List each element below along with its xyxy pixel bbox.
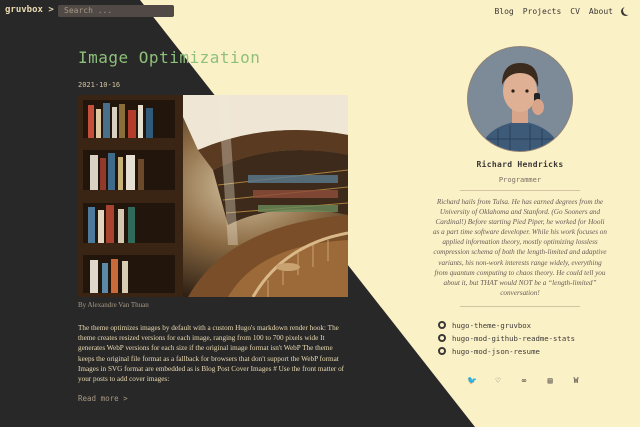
image-caption: By Alexandre Van Thuan <box>78 301 149 309</box>
social-links: 🐦 ♡ ∞ ▤ W <box>420 376 620 385</box>
nav-about[interactable]: About <box>589 7 613 16</box>
post-summary: Image Optimization 2021-10-16 By Alexand… <box>78 48 348 403</box>
profile-role: Programmer <box>498 176 542 184</box>
github-icon <box>438 334 446 343</box>
github-icon <box>438 347 446 356</box>
profile-name: Richard Hendricks <box>476 160 564 169</box>
link-hugo-mod-json-resume[interactable]: hugo-mod-json-resume <box>438 345 620 358</box>
nav-cv[interactable]: CV <box>570 7 580 16</box>
top-navbar: gruvbox > Search ... Blog Projects CV Ab… <box>0 0 640 22</box>
stackexchange-icon[interactable]: ▤ <box>543 376 557 385</box>
read-more-link[interactable]: Read more > <box>78 394 348 403</box>
brand-logo[interactable]: gruvbox > <box>5 5 54 15</box>
profile-bio: Richard hails from Tulsa. He has earned … <box>432 198 607 297</box>
library-photo <box>78 95 348 297</box>
wikipedia-icon[interactable]: W <box>569 376 583 385</box>
post-date: 2021-10-16 <box>78 81 121 89</box>
post-excerpt: The theme optimizes images by default wi… <box>78 324 345 384</box>
search-input[interactable]: Search ... <box>58 5 174 17</box>
profile-avatar <box>467 46 573 152</box>
profile-sidebar: Richard Hendricks Programmer Richard hai… <box>420 46 620 385</box>
divider <box>460 190 580 191</box>
github-icon <box>438 321 446 330</box>
project-links: hugo-theme-gruvbox hugo-mod-github-readm… <box>438 319 620 358</box>
link-label: hugo-mod-github-readme-stats <box>452 333 576 343</box>
theme-toggle-moon-icon[interactable] <box>622 6 632 16</box>
nav-blog[interactable]: Blog <box>494 7 513 16</box>
link-hugo-mod-github-readme-stats[interactable]: hugo-mod-github-readme-stats <box>438 332 620 345</box>
divider <box>460 305 580 307</box>
keybase-icon[interactable]: ♡ <box>491 376 505 385</box>
profile-photo <box>468 47 572 151</box>
link-label: hugo-mod-json-resume <box>452 346 540 356</box>
twitter-icon[interactable]: 🐦 <box>465 376 479 385</box>
main-nav: Blog Projects CV About <box>494 6 632 16</box>
post-title[interactable]: Image Optimization <box>78 48 348 67</box>
link-hugo-theme-gruvbox[interactable]: hugo-theme-gruvbox <box>438 319 620 332</box>
link-label: hugo-theme-gruvbox <box>452 320 532 330</box>
nav-projects[interactable]: Projects <box>523 7 562 16</box>
ello-icon[interactable]: ∞ <box>517 376 531 385</box>
post-cover-image[interactable] <box>78 95 348 297</box>
